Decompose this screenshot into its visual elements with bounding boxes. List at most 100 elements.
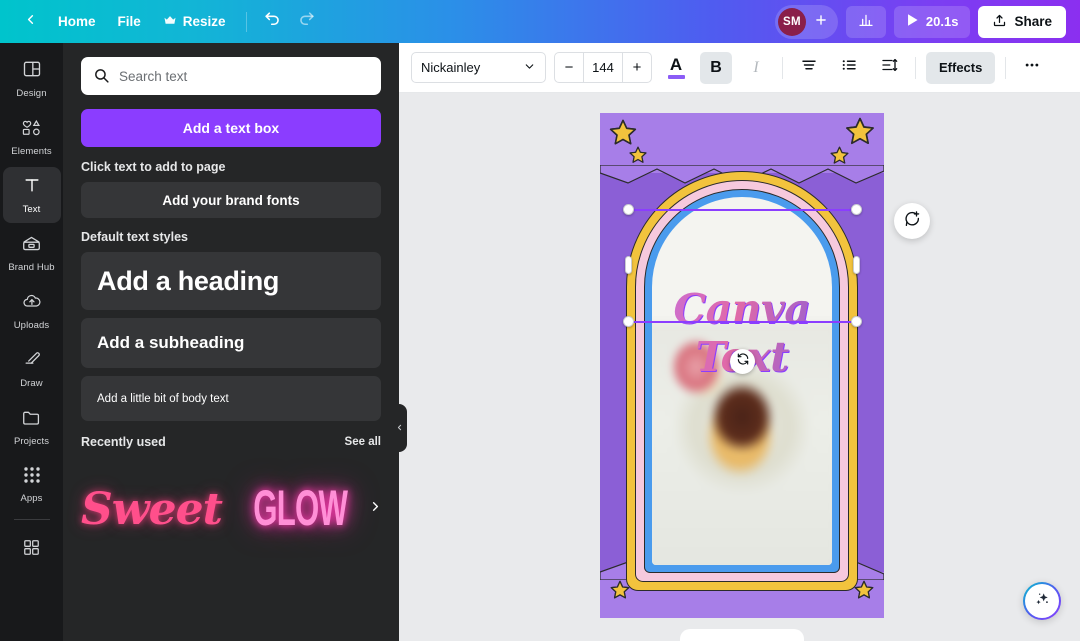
toolbar-divider xyxy=(782,57,783,79)
sidebar-item-elements[interactable]: Elements xyxy=(3,109,61,165)
shapes-icon xyxy=(21,117,42,142)
left-rail: Design Elements Text Brand Hub Uploads xyxy=(0,43,63,641)
text-color-swatch xyxy=(668,75,685,79)
style-label: Add a subheading xyxy=(97,333,244,353)
chevron-down-icon xyxy=(523,60,536,76)
selection-handle-top-left[interactable] xyxy=(623,204,634,215)
sidebar-item-brand-hub[interactable]: Brand Hub xyxy=(3,225,61,281)
selection-handle-top-right[interactable] xyxy=(851,204,862,215)
search-container xyxy=(81,57,381,95)
style-add-heading[interactable]: Add a heading xyxy=(81,252,381,310)
top-bar-right: SM 20.1s xyxy=(775,0,1080,43)
sidebar-item-projects[interactable]: Projects xyxy=(3,399,61,455)
selection-handle-bottom-left[interactable] xyxy=(623,316,634,327)
style-add-subheading[interactable]: Add a subheading xyxy=(81,318,381,368)
add-collaborator-button[interactable] xyxy=(808,9,834,35)
add-brand-fonts-button[interactable]: Add your brand fonts xyxy=(81,182,381,218)
recent-item-glow[interactable]: GLOW xyxy=(253,481,347,537)
panel-collapse-handle[interactable] xyxy=(391,404,407,452)
font-size-input[interactable]: 144 xyxy=(583,53,623,82)
layout-panels-icon xyxy=(22,59,42,84)
toolbar-separator xyxy=(246,12,247,32)
more-options-button[interactable] xyxy=(1016,52,1048,84)
home-button[interactable]: Home xyxy=(48,7,106,37)
sparkles-icon xyxy=(1033,589,1052,613)
bold-label: B xyxy=(710,59,722,77)
add-text-box-button[interactable]: Add a text box xyxy=(81,109,381,147)
sidebar-item-label: Brand Hub xyxy=(8,262,54,273)
text-toolbar: Nickainley − 144 + A B I xyxy=(399,43,1080,93)
avatar[interactable]: SM xyxy=(778,8,806,36)
sidebar-item-more-tools[interactable] xyxy=(3,524,61,580)
magic-studio-button[interactable] xyxy=(1023,582,1061,620)
font-size-stepper: − 144 + xyxy=(554,52,652,83)
share-button[interactable]: Share xyxy=(978,6,1066,38)
star-icon xyxy=(627,145,649,172)
recent-next-button[interactable] xyxy=(368,499,383,519)
sidebar-item-label: Elements xyxy=(11,146,51,157)
recently-used-row: Sweet GLOW xyxy=(81,459,381,559)
selection-top-edge xyxy=(628,209,856,211)
arch-ring-pink: Canva Text xyxy=(635,180,849,582)
sidebar-item-label: Projects xyxy=(14,436,49,447)
sidebar-item-design[interactable]: Design xyxy=(3,51,61,107)
design-text-line-1: Canva xyxy=(652,285,832,333)
duration-label: 20.1s xyxy=(926,14,959,29)
bullet-list-button[interactable] xyxy=(833,52,865,84)
chevron-left-icon xyxy=(395,419,404,437)
back-button[interactable] xyxy=(14,7,46,37)
sidebar-item-draw[interactable]: Draw xyxy=(3,341,61,397)
share-label: Share xyxy=(1014,14,1052,29)
italic-button[interactable]: I xyxy=(740,52,772,84)
play-preview-button[interactable]: 20.1s xyxy=(894,6,971,38)
undo-button[interactable] xyxy=(257,7,289,37)
toolbar-divider xyxy=(1005,57,1006,79)
sidebar-item-text[interactable]: Text xyxy=(3,167,61,223)
rotate-handle[interactable] xyxy=(730,349,755,374)
add-comment-button[interactable] xyxy=(894,203,930,239)
font-size-decrease-button[interactable]: − xyxy=(555,53,583,82)
canvas-area[interactable]: Canva Text xyxy=(399,93,1080,641)
sidebar-item-label: Apps xyxy=(20,493,42,504)
selection-handle-right[interactable] xyxy=(853,256,860,274)
redo-button[interactable] xyxy=(291,7,323,37)
font-family-select[interactable]: Nickainley xyxy=(411,52,546,83)
upload-icon xyxy=(992,13,1007,31)
file-label: File xyxy=(118,14,141,29)
click-text-caption: Click text to add to page xyxy=(81,160,381,174)
sidebar-item-apps[interactable]: Apps xyxy=(3,457,61,513)
bold-button[interactable]: B xyxy=(700,52,732,84)
line-spacing-button[interactable] xyxy=(873,52,905,84)
style-add-body-text[interactable]: Add a little bit of body text xyxy=(81,376,381,421)
recent-item-sweet[interactable]: Sweet xyxy=(81,484,222,535)
selection-handle-left[interactable] xyxy=(625,256,632,274)
resize-button[interactable]: Resize xyxy=(153,7,236,37)
bar-chart-icon xyxy=(858,12,874,31)
top-bar: Home File Resize xyxy=(0,0,1080,43)
file-menu-button[interactable]: File xyxy=(108,7,151,37)
recently-used-header: Recently used See all xyxy=(81,435,381,449)
insights-button[interactable] xyxy=(846,6,886,38)
text-color-button[interactable]: A xyxy=(660,52,692,84)
line-spacing-icon xyxy=(880,56,898,79)
toolbar-divider xyxy=(915,57,916,79)
selection-handle-bottom-right[interactable] xyxy=(851,316,862,327)
text-t-icon xyxy=(22,175,42,200)
folder-icon xyxy=(21,408,42,432)
chevron-right-icon xyxy=(368,501,383,518)
undo-arrow-icon xyxy=(263,10,282,34)
see-all-link[interactable]: See all xyxy=(345,436,381,448)
font-size-increase-button[interactable]: + xyxy=(623,53,651,82)
design-page[interactable]: Canva Text xyxy=(600,113,884,618)
crown-icon xyxy=(163,14,177,29)
text-align-button[interactable] xyxy=(793,52,825,84)
star-icon xyxy=(828,145,851,173)
ellipsis-icon xyxy=(1023,56,1041,79)
effects-button[interactable]: Effects xyxy=(926,52,995,84)
canva-editor: Home File Resize xyxy=(0,0,1080,641)
plus-icon xyxy=(814,12,828,32)
page-controls-sheet[interactable] xyxy=(680,629,804,641)
style-label: Add a little bit of body text xyxy=(97,393,229,405)
sidebar-item-uploads[interactable]: Uploads xyxy=(3,283,61,339)
search-input[interactable] xyxy=(81,57,381,95)
